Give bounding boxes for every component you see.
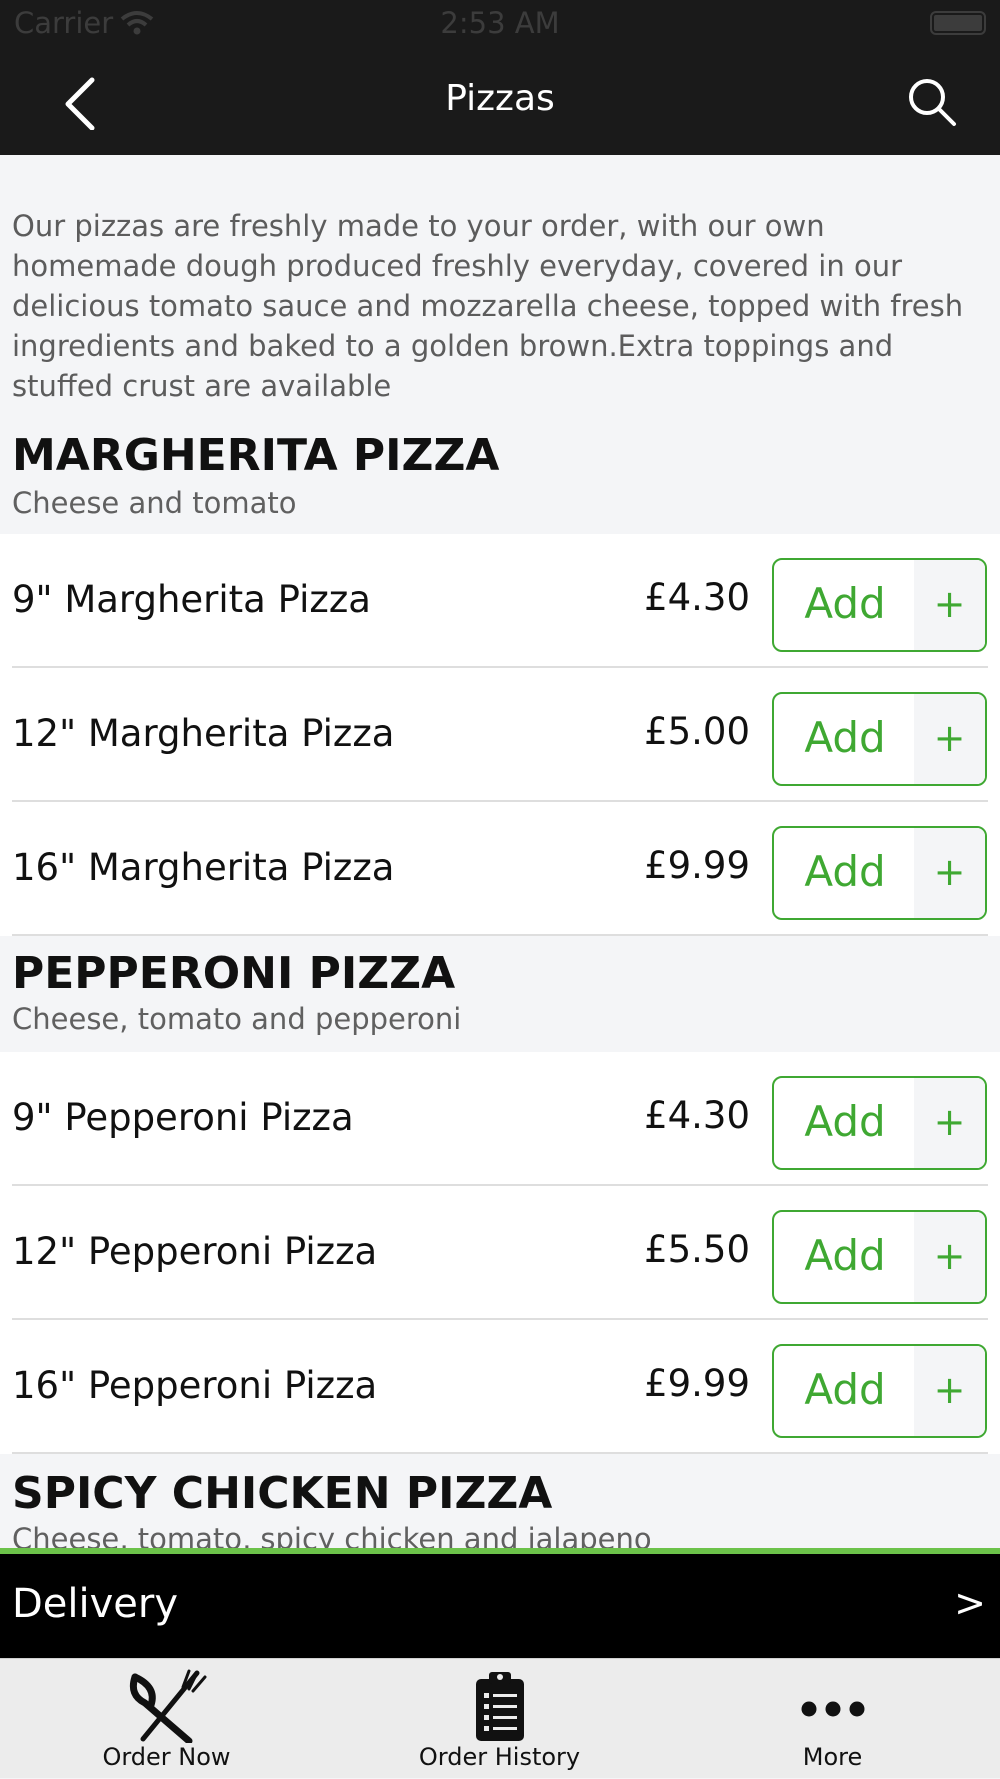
section-description: Cheese, tomato and pepperoni: [12, 1002, 462, 1036]
tab-order-history[interactable]: Order History: [333, 1659, 666, 1779]
menu-item-row: 16" Pepperoni Pizza £9.99 Add +: [0, 1320, 1000, 1454]
section-title: MARGHERITA PIZZA: [12, 430, 500, 481]
item-price: £4.30: [644, 1094, 750, 1137]
add-label: Add: [804, 1231, 886, 1280]
add-label: Add: [804, 847, 886, 896]
nav-bar: Pizzas: [0, 52, 1000, 155]
item-price: £9.99: [644, 1362, 750, 1405]
add-button[interactable]: Add +: [772, 1344, 987, 1438]
more-dots-icon: [801, 1701, 864, 1717]
item-price: £9.99: [644, 844, 750, 887]
add-label: Add: [804, 713, 886, 762]
add-button[interactable]: Add +: [772, 558, 987, 652]
add-label: Add: [804, 579, 886, 628]
item-price: £5.00: [644, 710, 750, 753]
tab-order-now[interactable]: Order Now: [0, 1659, 333, 1779]
menu-item-row: 12" Margherita Pizza £5.00 Add +: [0, 668, 1000, 802]
fork-knife-icon: [129, 1669, 206, 1743]
tab-label: Order History: [418, 1743, 581, 1771]
chevron-right-icon: >: [954, 1581, 986, 1625]
plus-icon: +: [914, 560, 985, 650]
item-name: 9" Margherita Pizza: [12, 578, 371, 621]
menu-item-row: 9" Margherita Pizza £4.30 Add +: [0, 534, 1000, 668]
tab-bar: Order Now Order History More: [0, 1658, 1000, 1778]
category-description: Our pizzas are freshly made to your orde…: [12, 209, 964, 403]
add-label: Add: [804, 1097, 886, 1146]
plus-icon: +: [914, 694, 985, 784]
plus-icon: +: [914, 1078, 985, 1168]
section-header-spicy-chicken: SPICY CHICKEN PIZZA Cheese, tomato, spic…: [0, 1454, 1000, 1548]
add-label: Add: [804, 1365, 886, 1414]
section-description: Cheese and tomato: [12, 486, 297, 520]
clipboard-icon: [475, 1672, 524, 1741]
plus-icon: +: [914, 828, 985, 918]
item-price: £5.50: [644, 1228, 750, 1271]
section-header-pepperoni: PEPPERONI PIZZA Cheese, tomato and peppe…: [0, 936, 1000, 1052]
search-icon[interactable]: [904, 74, 960, 130]
status-bar: Carrier 2:53 AM: [0, 0, 1000, 52]
item-name: 12" Margherita Pizza: [12, 712, 395, 755]
plus-icon: +: [914, 1212, 985, 1302]
section-description: Cheese, tomato, spicy chicken and jalape…: [12, 1522, 652, 1548]
delivery-selector[interactable]: Delivery >: [0, 1554, 1000, 1658]
item-price: £4.30: [644, 576, 750, 619]
add-button[interactable]: Add +: [772, 826, 987, 920]
battery-icon: [930, 11, 986, 35]
page-title: Pizzas: [445, 78, 555, 119]
item-name: 16" Pepperoni Pizza: [12, 1364, 378, 1407]
add-button[interactable]: Add +: [772, 1076, 987, 1170]
section-title: PEPPERONI PIZZA: [12, 948, 456, 999]
item-name: 12" Pepperoni Pizza: [12, 1230, 378, 1273]
item-name: 9" Pepperoni Pizza: [12, 1096, 354, 1139]
item-name: 16" Margherita Pizza: [12, 846, 395, 889]
status-time: 2:53 AM: [440, 6, 560, 40]
section-title: SPICY CHICKEN PIZZA: [12, 1468, 553, 1519]
add-button[interactable]: Add +: [772, 692, 987, 786]
delivery-label: Delivery: [12, 1581, 179, 1627]
tab-more[interactable]: More: [666, 1659, 999, 1779]
menu-item-row: 16" Margherita Pizza £9.99 Add +: [0, 802, 1000, 936]
add-button[interactable]: Add +: [772, 1210, 987, 1304]
menu-item-row: 9" Pepperoni Pizza £4.30 Add +: [0, 1052, 1000, 1186]
tab-label: Order Now: [102, 1743, 231, 1771]
section-header-margherita: MARGHERITA PIZZA Cheese and tomato: [0, 420, 1000, 534]
tab-label: More: [802, 1743, 863, 1771]
menu-item-row: 12" Pepperoni Pizza £5.50 Add +: [0, 1186, 1000, 1320]
plus-icon: +: [914, 1346, 985, 1436]
